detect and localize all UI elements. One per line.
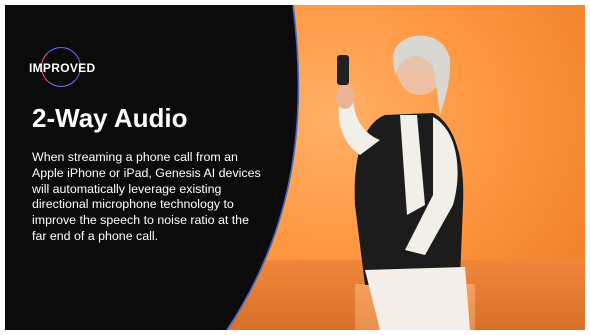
- slide-body-text: When streaming a phone call from an Appl…: [32, 150, 261, 243]
- badge-label: IMPROVED: [29, 61, 96, 75]
- improved-badge: IMPROVED: [29, 47, 101, 91]
- slide: IMPROVED 2-Way Audio When streaming a ph…: [5, 5, 585, 330]
- slide-title: 2-Way Audio: [32, 103, 188, 133]
